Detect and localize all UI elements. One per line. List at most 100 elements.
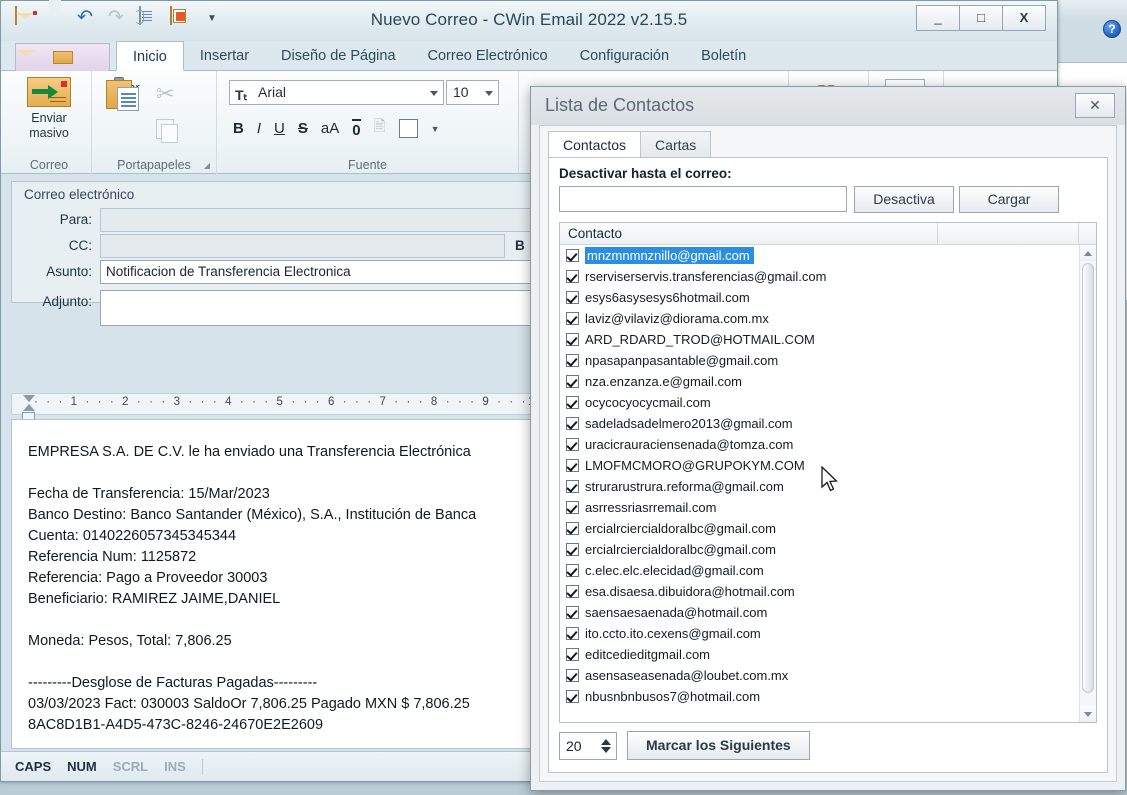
bold-button[interactable]: B xyxy=(233,120,244,137)
ruler-indent-marker[interactable] xyxy=(23,394,36,414)
contact-row[interactable]: ercialrciercialdoralbc@gmail.com xyxy=(560,539,1079,560)
tab-contactos[interactable]: Contactos xyxy=(548,131,641,158)
marcar-los-siguientes-button[interactable]: Marcar los Siguientes xyxy=(627,731,810,760)
contact-row[interactable]: esys6asysesys6hotmail.com xyxy=(560,287,1079,308)
maximize-button[interactable]: □ xyxy=(959,5,1003,31)
contact-row[interactable]: sadeladsadelmero2013@gmail.com xyxy=(560,413,1079,434)
file-menu-button[interactable] xyxy=(15,43,110,71)
contact-row[interactable]: asensaseasenada@loubet.com.mx xyxy=(560,665,1079,686)
contact-row[interactable]: esa.disaesa.dibuidora@hotmail.com xyxy=(560,581,1079,602)
contact-checkbox[interactable] xyxy=(566,438,579,451)
close-button[interactable]: X xyxy=(1002,5,1046,31)
contact-checkbox[interactable] xyxy=(566,501,579,514)
underline-button[interactable]: U xyxy=(274,120,285,137)
window-title: Nuevo Correo - CWin Email 2022 v2.15.5 xyxy=(1,10,1057,30)
contact-checkbox[interactable] xyxy=(566,459,579,472)
contact-checkbox[interactable] xyxy=(566,669,579,682)
change-case-button[interactable]: aA xyxy=(321,120,339,137)
contact-checkbox[interactable] xyxy=(566,249,579,262)
portapapeles-dialog-launcher-icon[interactable]: ◢ xyxy=(204,161,210,170)
font-name-combobox[interactable]: Tₜ Arial xyxy=(229,80,444,105)
contact-row[interactable]: asrressriasrremail.com xyxy=(560,497,1079,518)
font-color-chevron-down-icon[interactable]: ▼ xyxy=(431,124,440,134)
tab-inicio[interactable]: Inicio xyxy=(116,41,184,71)
tab-insertar[interactable]: Insertar xyxy=(184,41,265,71)
contact-row[interactable]: strurarustrura.reforma@gmail.com xyxy=(560,476,1079,497)
tab-boletin[interactable]: Boletín xyxy=(685,41,762,71)
contact-row[interactable]: ercialrciercialdoralbc@gmail.com xyxy=(560,518,1079,539)
scroll-up-arrow-icon[interactable] xyxy=(1080,245,1096,261)
contact-email: ercialrciercialdoralbc@gmail.com xyxy=(585,521,776,536)
filter-input[interactable] xyxy=(559,186,847,212)
contact-checkbox[interactable] xyxy=(566,354,579,367)
cc-input[interactable] xyxy=(100,234,505,258)
font-size-combobox[interactable]: 10 xyxy=(446,80,499,105)
desactiva-button[interactable]: Desactiva xyxy=(854,186,954,213)
stepper-down-icon[interactable] xyxy=(601,747,611,753)
contact-row[interactable]: npasapanpasantable@gmail.com xyxy=(560,350,1079,371)
contact-checkbox[interactable] xyxy=(566,690,579,703)
cut-icon[interactable]: ✂ xyxy=(156,81,174,107)
stepper-up-icon[interactable] xyxy=(601,739,611,745)
tab-cartas[interactable]: Cartas xyxy=(640,131,711,158)
column-header-contacto[interactable]: Contacto xyxy=(560,223,938,244)
contact-row[interactable]: uracicrauraciensenada@tomza.com xyxy=(560,434,1079,455)
contact-row[interactable]: ocycocyocycmail.com xyxy=(560,392,1079,413)
contact-row[interactable]: rserviserservis.transferencias@gmail.com xyxy=(560,266,1079,287)
help-icon[interactable]: ? xyxy=(1103,20,1121,38)
strikethrough-button[interactable]: S xyxy=(298,120,308,137)
contact-row[interactable]: nbusnbnbusos7@hotmail.com xyxy=(560,686,1079,707)
enviar-masivo-button[interactable]: Enviar masivo xyxy=(7,75,91,141)
contact-row[interactable]: ARD_RDARD_TROD@HOTMAIL.COM xyxy=(560,329,1079,350)
overline-button[interactable]: 0 xyxy=(352,119,360,139)
contact-row[interactable]: saensaesaenada@hotmail.com xyxy=(560,602,1079,623)
minimize-button[interactable]: _ xyxy=(916,5,960,31)
contact-email: c.elec.elc.elecidad@gmail.com xyxy=(585,563,764,578)
clear-format-icon[interactable]: 🖹 xyxy=(374,116,386,141)
contact-email: esys6asysesys6hotmail.com xyxy=(585,290,750,305)
ribbon-group-fuente: Tₜ Arial 10 B I U S aA 0 🖹 ▼ xyxy=(217,71,519,174)
pegar-button[interactable]: Pegar xyxy=(106,77,140,95)
contact-email: npasapanpasantable@gmail.com xyxy=(585,353,778,368)
contact-row[interactable]: ito.ccto.ito.cexens@gmail.com xyxy=(560,623,1079,644)
tab-configuracion[interactable]: Configuración xyxy=(564,41,685,71)
contact-row[interactable]: LMOFMCMORO@GRUPOKYM.COM xyxy=(560,455,1079,476)
contact-checkbox[interactable] xyxy=(566,375,579,388)
contacts-list-scrollbar[interactable] xyxy=(1079,245,1096,722)
contact-checkbox[interactable] xyxy=(566,396,579,409)
contact-checkbox[interactable] xyxy=(566,522,579,535)
contact-row[interactable]: mnzmnmnznillo@gmail.com xyxy=(560,245,1079,266)
contact-checkbox[interactable] xyxy=(566,480,579,493)
tab-diseno-de-pagina[interactable]: Diseño de Página xyxy=(265,41,411,71)
contact-checkbox[interactable] xyxy=(566,312,579,325)
font-color-swatch[interactable] xyxy=(399,119,418,138)
contact-row[interactable]: editcedieditgmail.com xyxy=(560,644,1079,665)
contact-email: ito.ccto.ito.cexens@gmail.com xyxy=(585,626,761,641)
contact-checkbox[interactable] xyxy=(566,270,579,283)
scroll-down-arrow-icon[interactable] xyxy=(1080,706,1096,722)
column-header-secondary[interactable] xyxy=(939,223,1079,244)
font-name-chevron-down-icon[interactable] xyxy=(430,91,438,96)
contact-checkbox[interactable] xyxy=(566,564,579,577)
italic-button[interactable]: I xyxy=(257,120,261,137)
contact-checkbox[interactable] xyxy=(566,627,579,640)
contact-checkbox[interactable] xyxy=(566,417,579,430)
contact-checkbox[interactable] xyxy=(566,606,579,619)
contact-checkbox[interactable] xyxy=(566,585,579,598)
contacts-listbox[interactable]: Contacto mnzmnmnznillo@gmail.comrservise… xyxy=(559,222,1097,723)
cargar-button[interactable]: Cargar xyxy=(959,186,1059,213)
contact-row[interactable]: c.elec.elc.elecidad@gmail.com xyxy=(560,560,1079,581)
marcar-count-stepper[interactable]: 20 xyxy=(559,732,617,760)
copy-icon[interactable] xyxy=(156,119,174,139)
font-size-chevron-down-icon[interactable] xyxy=(485,91,493,96)
contact-checkbox[interactable] xyxy=(566,291,579,304)
font-format-row: B I U S aA 0 🖹 ▼ xyxy=(233,116,440,141)
contact-checkbox[interactable] xyxy=(566,543,579,556)
contact-row[interactable]: laviz@vilaviz@diorama.com.mx xyxy=(560,308,1079,329)
tab-correo-electronico[interactable]: Correo Electrónico xyxy=(412,41,564,71)
dialog-close-button[interactable]: ✕ xyxy=(1075,93,1115,118)
contact-row[interactable]: nza.enzanza.e@gmail.com xyxy=(560,371,1079,392)
contact-checkbox[interactable] xyxy=(566,648,579,661)
contact-checkbox[interactable] xyxy=(566,333,579,346)
scrollbar-thumb[interactable] xyxy=(1082,263,1094,693)
